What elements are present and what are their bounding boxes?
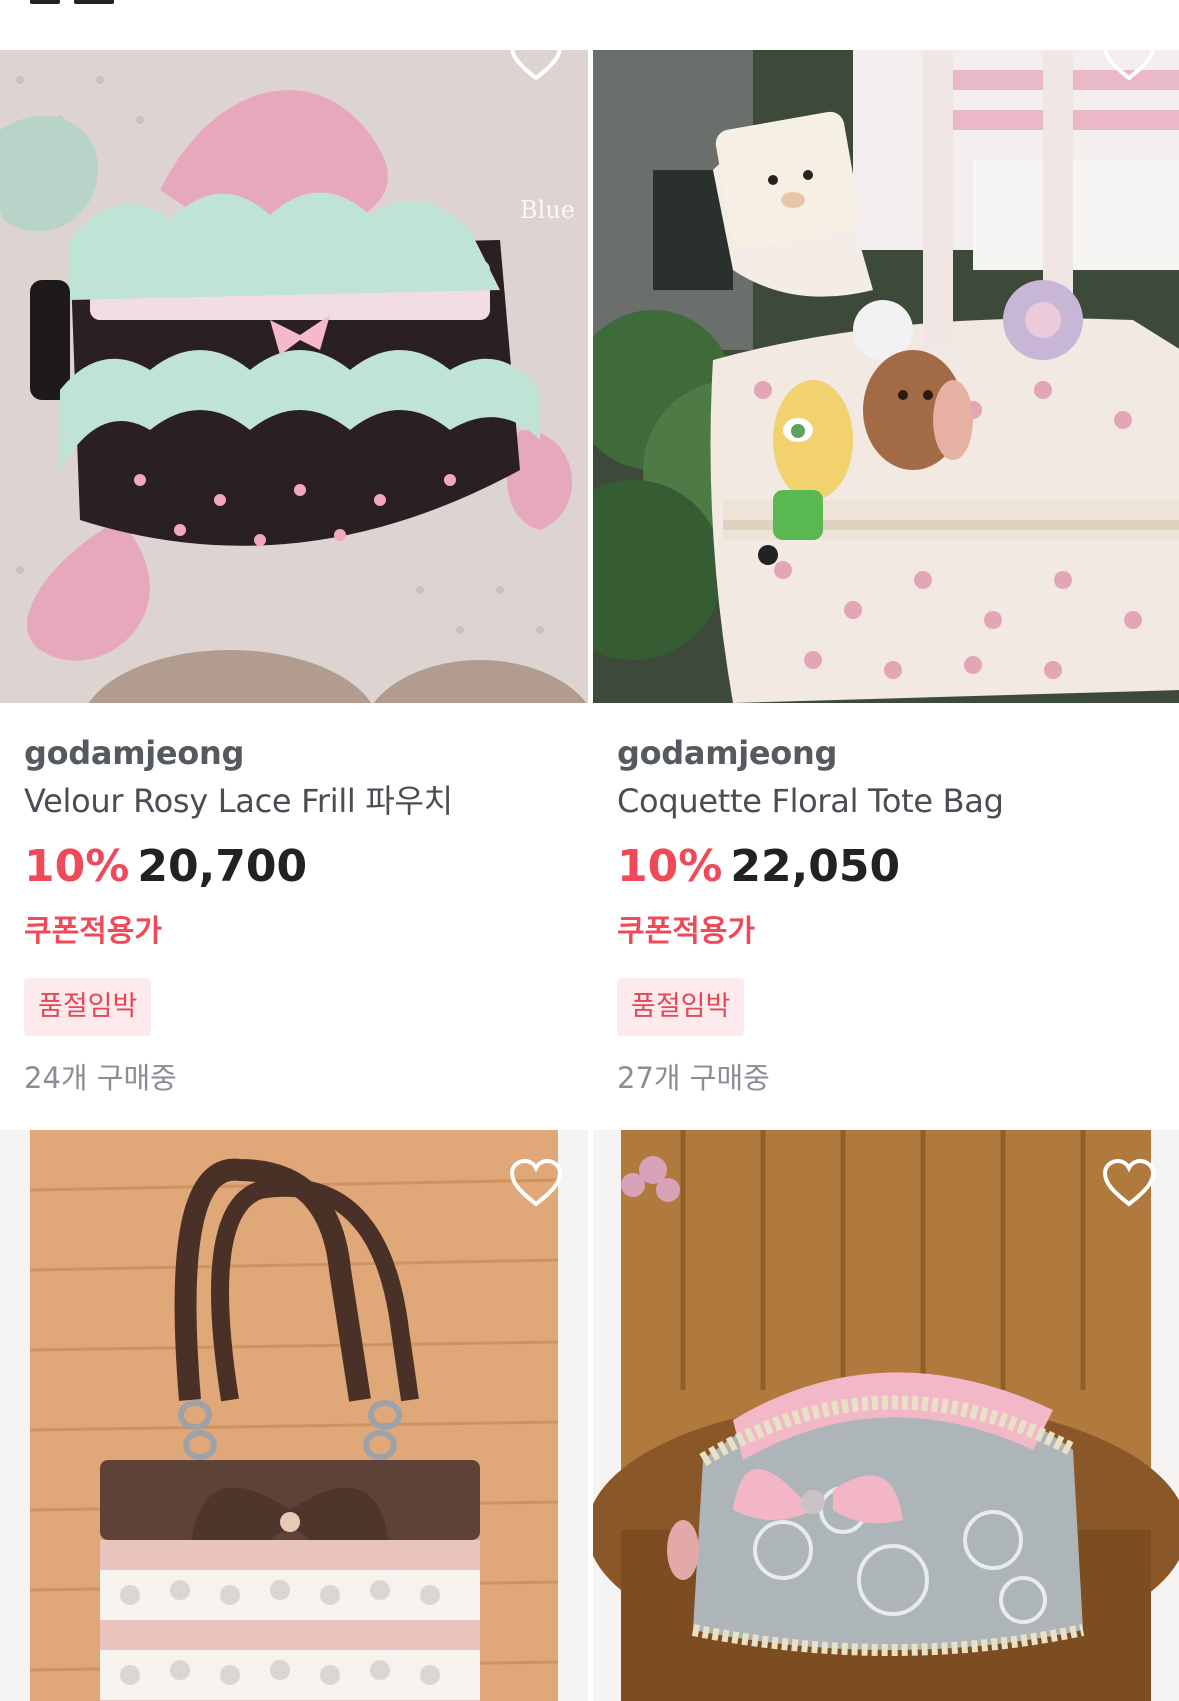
tote-photo [593,50,1179,703]
product-name[interactable]: Velour Rosy Lace Frill 파우치 [24,781,564,821]
sale-price: 22,050 [730,841,901,892]
sale-price: 20,700 [137,841,308,892]
header-title-fragment [30,0,120,4]
wishlist-heart-icon[interactable] [508,1158,564,1208]
product-card[interactable] [593,1130,1179,1701]
product-image[interactable] [593,1130,1179,1701]
coupon-price-label: 쿠폰적용가 [24,914,162,949]
product-card[interactable] [0,1130,588,1701]
coupon-price-label: 쿠폰적용가 [617,914,755,949]
product-name[interactable]: Coquette Floral Tote Bag [617,781,1157,821]
product-image[interactable] [593,50,1179,703]
status-badge: 품절임박 [24,978,152,1036]
status-badge: 품절임박 [617,978,745,1036]
wishlist-heart-icon[interactable] [508,50,564,82]
wishlist-heart-icon[interactable] [1101,50,1157,82]
product-image[interactable]: Blue [0,50,588,703]
price-row: 10% 22,050 [617,839,1157,904]
buyer-count: 27개 구매중 [617,1061,770,1095]
handbag-photo [0,1130,588,1701]
brand-name[interactable]: godamjeong [617,733,1157,773]
price-row: 10% 20,700 [24,839,564,904]
product-image[interactable] [0,1130,588,1701]
discount-rate: 10% [24,841,130,892]
product-card[interactable]: Blue godamjeong Velour Rosy Lace Frill 파… [0,50,588,1098]
discount-rate: 10% [617,841,723,892]
wishlist-heart-icon[interactable] [1101,1158,1157,1208]
header-bar [0,0,1179,50]
product-grid: Blue godamjeong Velour Rosy Lace Frill 파… [0,50,1179,1701]
lace-pouch-photo [593,1130,1179,1701]
svg-text:Blue: Blue [520,196,575,224]
brand-name[interactable]: godamjeong [24,733,564,773]
product-card[interactable]: godamjeong Coquette Floral Tote Bag 10% 2… [593,50,1179,1098]
pouch-photo: Blue [0,50,588,703]
buyer-count: 24개 구매중 [24,1061,177,1095]
